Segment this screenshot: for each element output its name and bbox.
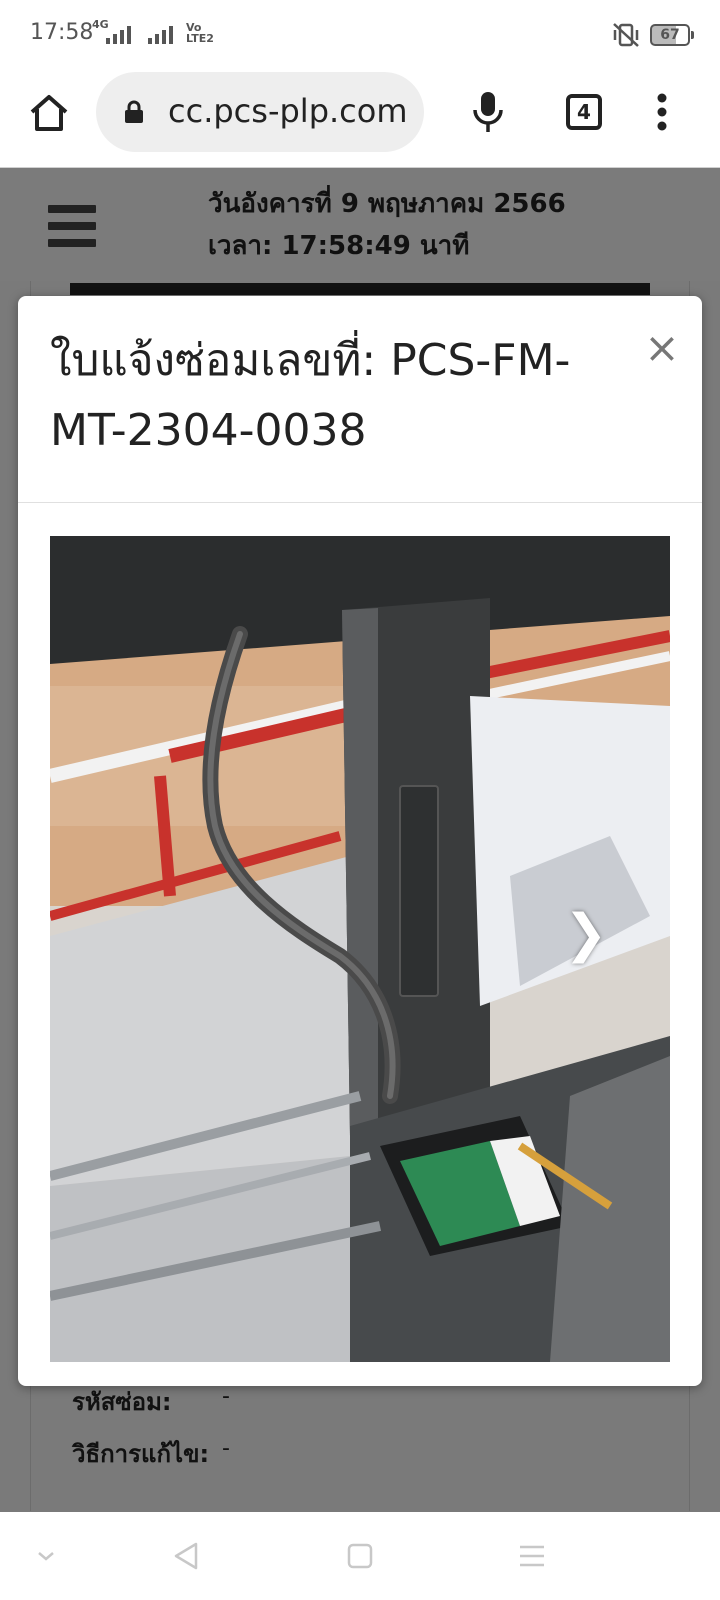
status-time: 17:58 — [30, 20, 94, 45]
repair-code-label: รหัสซ่อม: — [72, 1388, 172, 1416]
home-icon[interactable] — [28, 92, 70, 134]
url-text: cc.pcs-plp.com — [168, 92, 408, 130]
page-header: วันอังคารที่ 9 พฤษภาคม 2566 เวลา: 17:58:… — [0, 169, 720, 281]
signal-icon — [106, 26, 131, 44]
address-bar[interactable]: cc.pcs-plp.com — [96, 72, 424, 152]
repair-code-value: - — [222, 1384, 230, 1409]
close-button[interactable]: × — [640, 326, 684, 370]
vibrate-muted-icon — [613, 23, 639, 47]
system-nav-bar — [0, 1512, 720, 1600]
home-nav-icon[interactable] — [342, 1538, 378, 1574]
volte-indicator: Vo LTE2 — [186, 21, 214, 45]
modal-divider — [18, 502, 702, 503]
microphone-icon[interactable] — [472, 90, 504, 134]
header-time: เวลา: 17:58:49 นาที — [208, 231, 470, 261]
solution-value: - — [222, 1436, 230, 1461]
more-options-icon[interactable] — [652, 92, 672, 132]
next-image-button[interactable]: ❯ — [564, 904, 608, 964]
signal-icon-2 — [148, 26, 173, 44]
tab-switcher-button[interactable]: 4 — [566, 94, 602, 130]
chevron-down-icon[interactable] — [28, 1538, 64, 1574]
recents-menu-icon[interactable] — [514, 1538, 550, 1574]
browser-toolbar: cc.pcs-plp.com 4 — [0, 68, 720, 168]
header-date: วันอังคารที่ 9 พฤษภาคม 2566 — [208, 189, 566, 219]
battery-icon: 67 — [650, 24, 694, 46]
status-bar: 17:58 4G Vo LTE2 67 — [0, 0, 720, 68]
back-icon[interactable] — [168, 1538, 204, 1574]
solution-label: วิธีการแก้ไข: — [72, 1440, 210, 1468]
hamburger-menu-icon[interactable] — [48, 205, 96, 249]
repair-detail-modal: ใบแจ้งซ่อมเลขที่: PCS-FM-MT-2304-0038 × — [18, 296, 702, 1386]
modal-title: ใบแจ้งซ่อมเลขที่: PCS-FM-MT-2304-0038 — [50, 335, 571, 456]
lock-icon — [125, 100, 143, 123]
